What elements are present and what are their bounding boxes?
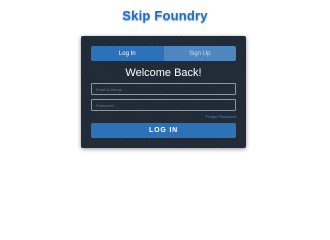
auth-tabs: Log In Sign Up	[91, 46, 236, 61]
email-field[interactable]	[91, 83, 236, 95]
login-card: Log In Sign Up Welcome Back! Forgot Pass…	[81, 36, 246, 148]
page-title: Welcome Back!	[125, 67, 202, 79]
brand-title: Skip Foundry	[122, 8, 208, 23]
log-in-button[interactable]: LOG IN	[91, 123, 236, 138]
forgot-password-link[interactable]: Forgot Password	[206, 114, 236, 119]
tab-sign-up[interactable]: Sign Up	[163, 46, 236, 61]
password-field[interactable]	[91, 99, 236, 111]
tab-log-in[interactable]: Log In	[91, 46, 164, 61]
